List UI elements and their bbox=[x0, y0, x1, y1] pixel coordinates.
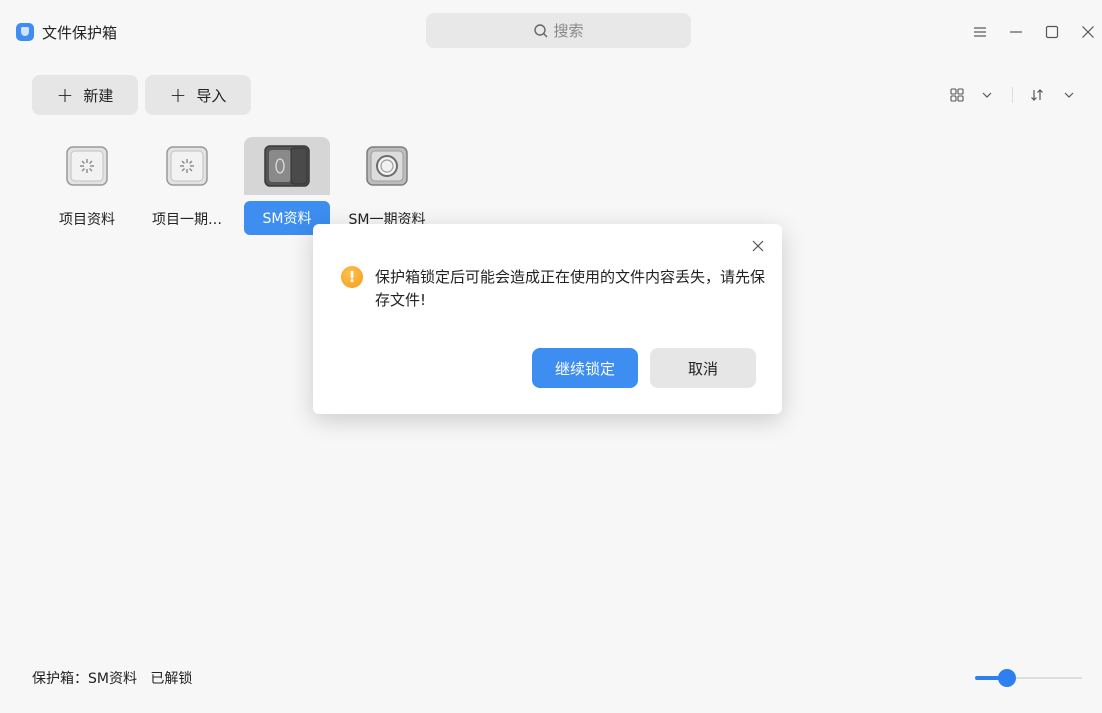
title-bar: 文件保护箱 搜索 bbox=[0, 0, 1102, 64]
close-icon bbox=[752, 240, 764, 252]
vault-item[interactable]: 项目一期… bbox=[144, 137, 230, 235]
sort-button[interactable] bbox=[1030, 85, 1074, 105]
slider-thumb[interactable] bbox=[998, 669, 1017, 687]
close-icon bbox=[1082, 26, 1094, 38]
plus-icon: + bbox=[169, 83, 187, 107]
import-button[interactable]: + 导入 bbox=[145, 75, 251, 115]
app-title: 文件保护箱 bbox=[42, 24, 118, 42]
grid-view-icon bbox=[950, 88, 964, 102]
app-logo-icon bbox=[16, 23, 34, 41]
vault-locked-icon bbox=[66, 146, 108, 186]
icon-size-slider[interactable] bbox=[975, 669, 1082, 687]
vault-locked-icon bbox=[166, 146, 208, 186]
hamburger-icon bbox=[974, 27, 986, 37]
new-button[interactable]: + 新建 bbox=[32, 75, 138, 115]
vault-open-icon bbox=[264, 145, 310, 187]
vault-item-selected[interactable]: SM资料 bbox=[244, 137, 330, 235]
toolbar-divider bbox=[1012, 87, 1013, 103]
minimize-button[interactable] bbox=[1002, 18, 1030, 46]
chevron-down-icon bbox=[1064, 92, 1074, 98]
new-button-label: 新建 bbox=[83, 86, 114, 105]
menu-button[interactable] bbox=[966, 18, 994, 46]
minimize-icon bbox=[1010, 31, 1022, 33]
dialog-close-button[interactable] bbox=[748, 236, 768, 256]
sort-icon bbox=[1031, 89, 1043, 101]
maximize-icon bbox=[1045, 25, 1059, 39]
view-mode-button[interactable] bbox=[950, 85, 992, 105]
vault-name: 项目资料 bbox=[59, 212, 115, 228]
vault-dial-icon bbox=[366, 146, 408, 186]
dialog-message: 保护箱锁定后可能会造成正在使用的文件内容丢失，请先保存文件! bbox=[375, 268, 766, 309]
search-placeholder: 搜索 bbox=[553, 22, 584, 40]
close-button[interactable] bbox=[1074, 18, 1102, 46]
maximize-button[interactable] bbox=[1038, 18, 1066, 46]
import-button-label: 导入 bbox=[196, 86, 227, 105]
vault-item[interactable]: 项目资料 bbox=[44, 137, 130, 235]
search-input[interactable]: 搜索 bbox=[426, 13, 691, 48]
chevron-down-icon bbox=[982, 92, 992, 98]
vault-item[interactable]: SM一期资料 bbox=[344, 137, 430, 235]
vault-name: 项目一期… bbox=[152, 212, 222, 228]
cancel-button[interactable]: 取消 bbox=[650, 348, 756, 388]
status-text: 保护箱：SM资料 已解锁 bbox=[32, 671, 193, 687]
lock-confirm-dialog: ! 保护箱锁定后可能会造成正在使用的文件内容丢失，请先保存文件! 继续锁定 取消 bbox=[313, 224, 782, 414]
warning-icon: ! bbox=[341, 266, 363, 288]
continue-lock-button[interactable]: 继续锁定 bbox=[532, 348, 638, 388]
plus-icon: + bbox=[56, 83, 74, 107]
search-icon bbox=[534, 23, 548, 37]
